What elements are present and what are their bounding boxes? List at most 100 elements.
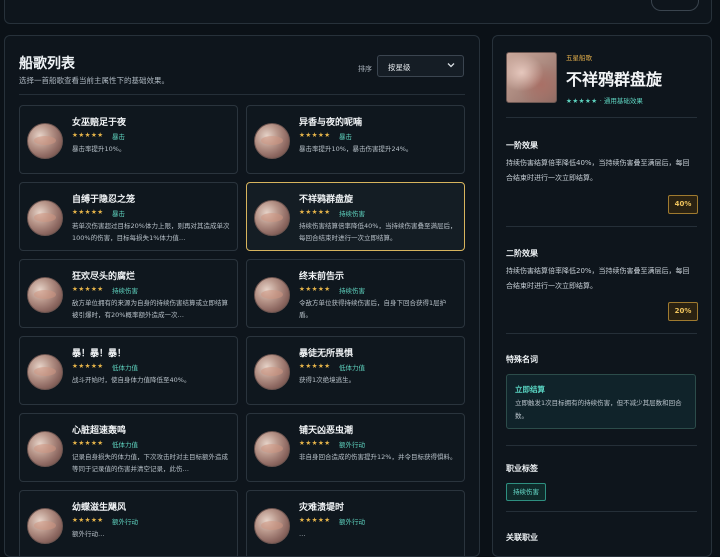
song-name: 心脏超速轰鸣: [72, 426, 127, 436]
song-name: 铺天凶恶虫潮: [299, 426, 354, 436]
song-avatar: [254, 123, 290, 159]
star-rating: ★★★★★: [299, 131, 331, 139]
special-term-name: 立即结算: [515, 385, 545, 394]
song-card[interactable]: 暴徒无所畏惧 ★★★★★ 低体力值 获得1次绝境逃生。: [246, 336, 465, 405]
song-name: 终末前告示: [299, 272, 345, 282]
song-tag: 持续伤害: [339, 287, 365, 295]
ship-song-list-panel: 船歌列表 选择一首船歌查看当前主属性下的基础效果。 排序 按星级 女巫赔足于夜 ★…: [4, 35, 480, 557]
star-rating: ★★★★★: [299, 439, 331, 447]
song-name: 异香与夜的呢喃: [299, 118, 363, 128]
song-avatar: [27, 508, 63, 544]
song-card[interactable]: 暴！暴！暴！ ★★★★★ 低体力值战斗开始时，使自身体力值降低至40%。: [19, 336, 238, 405]
song-card[interactable]: 异香与夜的呢喃 ★★★★★ 暴击暴击率提升10%，暴击伤害提升24%。: [246, 105, 465, 174]
special-term-box: 立即结算 立即触发1次目标拥有的持续伤害，但不减少其层数和回合数。: [506, 374, 696, 429]
job-tag[interactable]: 持续伤害: [506, 483, 546, 501]
stage2-text: 持续伤害结算倍率降低20%，当持续伤害叠至满层后，每回合结束时进行一次立即结算。: [506, 267, 690, 290]
song-card[interactable]: 不祥鸦群盘旋 ★★★★★ 持续伤害持续伤害结算倍率降低40%，当持续伤害叠至满层后，…: [246, 182, 465, 251]
song-card[interactable]: 幼蝶滋生飓风 ★★★★★ 额外行动 额外行动…: [19, 490, 238, 556]
song-tag: 暴击: [112, 133, 125, 141]
song-name: 狂欢尽头的腐烂: [72, 272, 136, 282]
song-avatar: [27, 123, 63, 159]
stage2-badge: 20%: [668, 302, 698, 321]
stage1-title: 一阶效果: [506, 141, 538, 150]
star-rating: ★★★★★: [299, 208, 331, 216]
song-desc: 战斗开始时，使自身体力值降低至40%。: [72, 376, 191, 384]
song-desc: 敌方单位拥有的来源为自身的持续伤害结算或立即结算被引爆时，有20%概率额外造成一…: [72, 299, 228, 319]
song-portrait: [506, 52, 557, 103]
song-name: 灾难溃堤时: [299, 503, 345, 513]
song-avatar: [27, 200, 63, 236]
song-desc: 暴击率提升10%。: [72, 145, 126, 153]
stage1-text: 持续伤害结算倍率降低40%，当持续伤害叠至满层后，每回合结束时进行一次立即结算。: [506, 159, 690, 182]
stars-note: · 通用基础效果: [599, 97, 643, 105]
song-detail-panel: 五星船歌 不祥鸦群盘旋 ★★★★★ · 通用基础效果 一阶效果 持续伤害结算倍率…: [492, 35, 712, 557]
sort-label: 排序: [358, 65, 372, 73]
song-card[interactable]: 终末前告示 ★★★★★ 持续伤害令敌方单位获得持续伤害后，自身下回合获得1层护盾。: [246, 259, 465, 328]
song-desc: 非自身回合造成的伤害提升12%，并令目标获得惧料。: [299, 453, 457, 461]
song-desc: 获得1次绝境逃生。: [299, 376, 356, 384]
song-tag: 额外行动: [339, 518, 365, 526]
song-card[interactable]: 心脏超速轰鸣 ★★★★★ 低体力值记录自身损失的体力值，下次攻击时对主目标额外造成等…: [19, 413, 238, 482]
star-rating: ★★★★★: [72, 439, 104, 447]
song-avatar: [27, 431, 63, 467]
song-tag: 暴击: [339, 133, 352, 141]
detail-title: 不祥鸦群盘旋: [566, 70, 663, 89]
song-card[interactable]: 自缚于隐忍之笼 ★★★★★ 暴击 若单次伤害超过目标20%体力上限，则再对其造成单次1…: [19, 182, 238, 251]
song-desc: 额外行动…: [72, 530, 105, 538]
panel-subtitle: 选择一首船歌查看当前主属性下的基础效果。: [19, 76, 169, 85]
top-pill-button[interactable]: [651, 0, 699, 11]
detail-divider: [506, 445, 697, 446]
star-rating: ★★★★★: [72, 516, 104, 524]
detail-divider: [506, 333, 697, 334]
sort-select-value: 按星级: [388, 63, 411, 72]
song-avatar: [254, 200, 290, 236]
detail-divider: [506, 117, 697, 118]
detail-divider: [506, 226, 697, 227]
special-title: 特殊名词: [506, 355, 538, 364]
sort-select[interactable]: 按星级: [377, 55, 464, 77]
song-desc: …: [299, 530, 306, 538]
detail-stars: ★★★★★ · 通用基础效果: [566, 95, 643, 105]
song-avatar: [254, 508, 290, 544]
song-tag: 持续伤害: [339, 210, 365, 218]
song-name: 暴徒无所畏惧: [299, 349, 354, 359]
star-rating: ★★★★★: [72, 362, 104, 370]
song-avatar: [254, 354, 290, 390]
rarity-label: 五星船歌: [566, 54, 592, 62]
song-tag: 持续伤害: [112, 287, 138, 295]
song-name: 不祥鸦群盘旋: [299, 195, 354, 205]
song-tag: 额外行动: [339, 441, 365, 449]
song-tag: 低体力值: [112, 364, 138, 372]
song-desc: 暴击率提升10%，暴击伤害提升24%。: [299, 145, 413, 153]
song-name: 自缚于隐忍之笼: [72, 195, 136, 205]
star-rating: ★★★★★: [72, 208, 104, 216]
song-avatar: [27, 277, 63, 313]
star-rating: ★★★★★: [299, 285, 331, 293]
song-card[interactable]: 狂欢尽头的腐烂 ★★★★★ 持续伤害敌方单位拥有的来源为自身的持续伤害结算或立即结算…: [19, 259, 238, 328]
song-card[interactable]: 女巫赔足于夜 ★★★★★ 暴击暴击率提升10%。: [19, 105, 238, 174]
song-name: 女巫赔足于夜: [72, 118, 127, 128]
song-name: 暴！暴！暴！: [72, 349, 127, 359]
song-avatar: [254, 277, 290, 313]
star-rating: ★★★★★: [299, 362, 331, 370]
song-tag: 低体力值: [112, 441, 138, 449]
star-rating: ★★★★★: [72, 131, 104, 139]
chevron-down-icon: [447, 63, 455, 68]
special-term-desc: 立即触发1次目标拥有的持续伤害，但不减少其层数和回合数。: [515, 399, 682, 420]
song-card[interactable]: 铺天凶恶虫潮 ★★★★★ 额外行动非自身回合造成的伤害提升12%，并令目标获得惧料。: [246, 413, 465, 482]
job-title: 职业标签: [506, 464, 538, 473]
panel-divider: [19, 94, 465, 95]
song-name: 幼蝶滋生飓风: [72, 503, 127, 513]
song-desc: 持续伤害结算倍率降低40%，当持续伤害叠至满层后，每回合结束时进行一次立即结算。: [299, 222, 457, 242]
song-desc: 令敌方单位获得持续伤害后，自身下回合获得1层护盾。: [299, 299, 447, 319]
top-bar: [4, 0, 712, 24]
panel-title: 船歌列表: [19, 56, 75, 72]
song-avatar: [27, 354, 63, 390]
detail-divider: [506, 511, 697, 512]
stage1-badge: 40%: [668, 195, 698, 214]
star-rating: ★★★★★: [72, 285, 104, 293]
song-desc: 记录自身损失的体力值，下次攻击时对主目标额外造成等同于记录值的伤害并清空记录，此…: [72, 453, 228, 473]
song-card[interactable]: 灾难溃堤时 ★★★★★ 额外行动…: [246, 490, 465, 556]
song-tag: 额外行动: [112, 518, 138, 526]
stage2-title: 二阶效果: [506, 249, 538, 258]
